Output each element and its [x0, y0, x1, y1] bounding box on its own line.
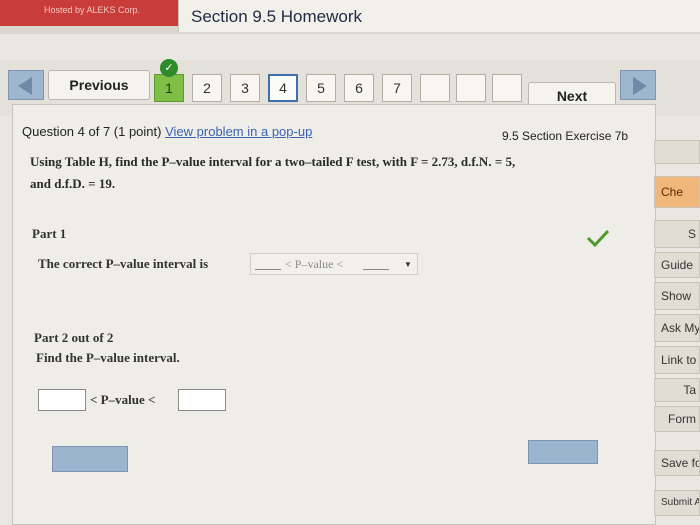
- question-1-button[interactable]: 1: [154, 74, 184, 102]
- lower-bound-input[interactable]: [38, 389, 86, 411]
- question-7-button[interactable]: 7: [382, 74, 412, 102]
- part-2-text: Find the P–value interval.: [36, 350, 180, 365]
- sidebar-item-show[interactable]: Show: [654, 282, 700, 310]
- section-exercise-label: 9.5 Section Exercise 7b: [502, 129, 629, 143]
- prompt-line-2: and d.f.D. = 19.: [30, 176, 116, 191]
- hosted-by-text: Hosted by ALEKS Corp.: [44, 5, 141, 15]
- page-title: Section 9.5 Homework: [191, 7, 363, 26]
- next-arrow-button[interactable]: [620, 70, 656, 100]
- question-6-button[interactable]: 6: [344, 74, 374, 102]
- sidebar-item-ta[interactable]: Ta: [654, 378, 700, 402]
- answer-action-button[interactable]: [52, 446, 128, 472]
- homework-tab[interactable]: Section 9.5 Homework: [178, 0, 700, 32]
- select-text: < P–value <: [285, 257, 344, 271]
- part-1-title: Part 1: [32, 226, 67, 241]
- sidebar-item-save-for[interactable]: Save fo: [654, 450, 700, 476]
- submit-action-button[interactable]: [528, 440, 598, 464]
- arrow-right-icon: [633, 77, 647, 95]
- correct-check-icon: [586, 229, 610, 248]
- question-slot-empty: [420, 74, 450, 102]
- dropdown-arrow-icon[interactable]: ▼: [401, 257, 415, 272]
- sidebar-item-s[interactable]: S: [654, 220, 700, 248]
- question-slot-empty: [456, 74, 486, 102]
- question-info: Question 4 of 7 (1 point) View problem i…: [22, 124, 312, 139]
- question-number-text: Question 4 of 7 (1 point): [22, 124, 162, 139]
- question-2-button[interactable]: 2: [192, 74, 222, 102]
- hosted-by-banner: Hosted by ALEKS Corp.: [0, 0, 178, 26]
- part-2-title: Part 2 out of 2: [34, 330, 114, 345]
- sidebar-item-guide[interactable]: Guide: [654, 252, 700, 278]
- sidebar-item-ask-my[interactable]: Ask My: [654, 314, 700, 342]
- blank-line: [255, 269, 281, 270]
- sidebar-item-form[interactable]: Form: [654, 406, 700, 432]
- blank-line: [363, 269, 389, 270]
- previous-button[interactable]: Previous: [48, 70, 150, 100]
- question-3-button[interactable]: 3: [230, 74, 260, 102]
- question-4-button[interactable]: 4: [268, 74, 298, 102]
- question-prompt: Using Table H, find the P–value interval…: [30, 151, 620, 195]
- part-1-answer-select[interactable]: < P–value < ▼: [250, 253, 418, 275]
- sidebar-item-link-to[interactable]: Link to: [654, 346, 700, 374]
- part-1-text: The correct P–value interval is: [38, 256, 209, 271]
- previous-arrow-button[interactable]: [8, 70, 44, 100]
- arrow-left-icon: [18, 77, 32, 95]
- question-slot-empty: [492, 74, 522, 102]
- popup-link[interactable]: View problem in a pop-up: [165, 124, 312, 139]
- sidebar-item-check[interactable]: Che: [654, 176, 700, 208]
- sidebar-item-submit[interactable]: Submit As: [654, 490, 700, 516]
- sidebar-tab-top[interactable]: [654, 140, 700, 164]
- checkmark-badge-icon: ✓: [160, 59, 178, 77]
- prompt-line-1: Using Table H, find the P–value interval…: [30, 154, 516, 169]
- upper-bound-input[interactable]: [178, 389, 226, 411]
- p-value-inequality-label: < P–value <: [90, 392, 156, 407]
- question-5-button[interactable]: 5: [306, 74, 336, 102]
